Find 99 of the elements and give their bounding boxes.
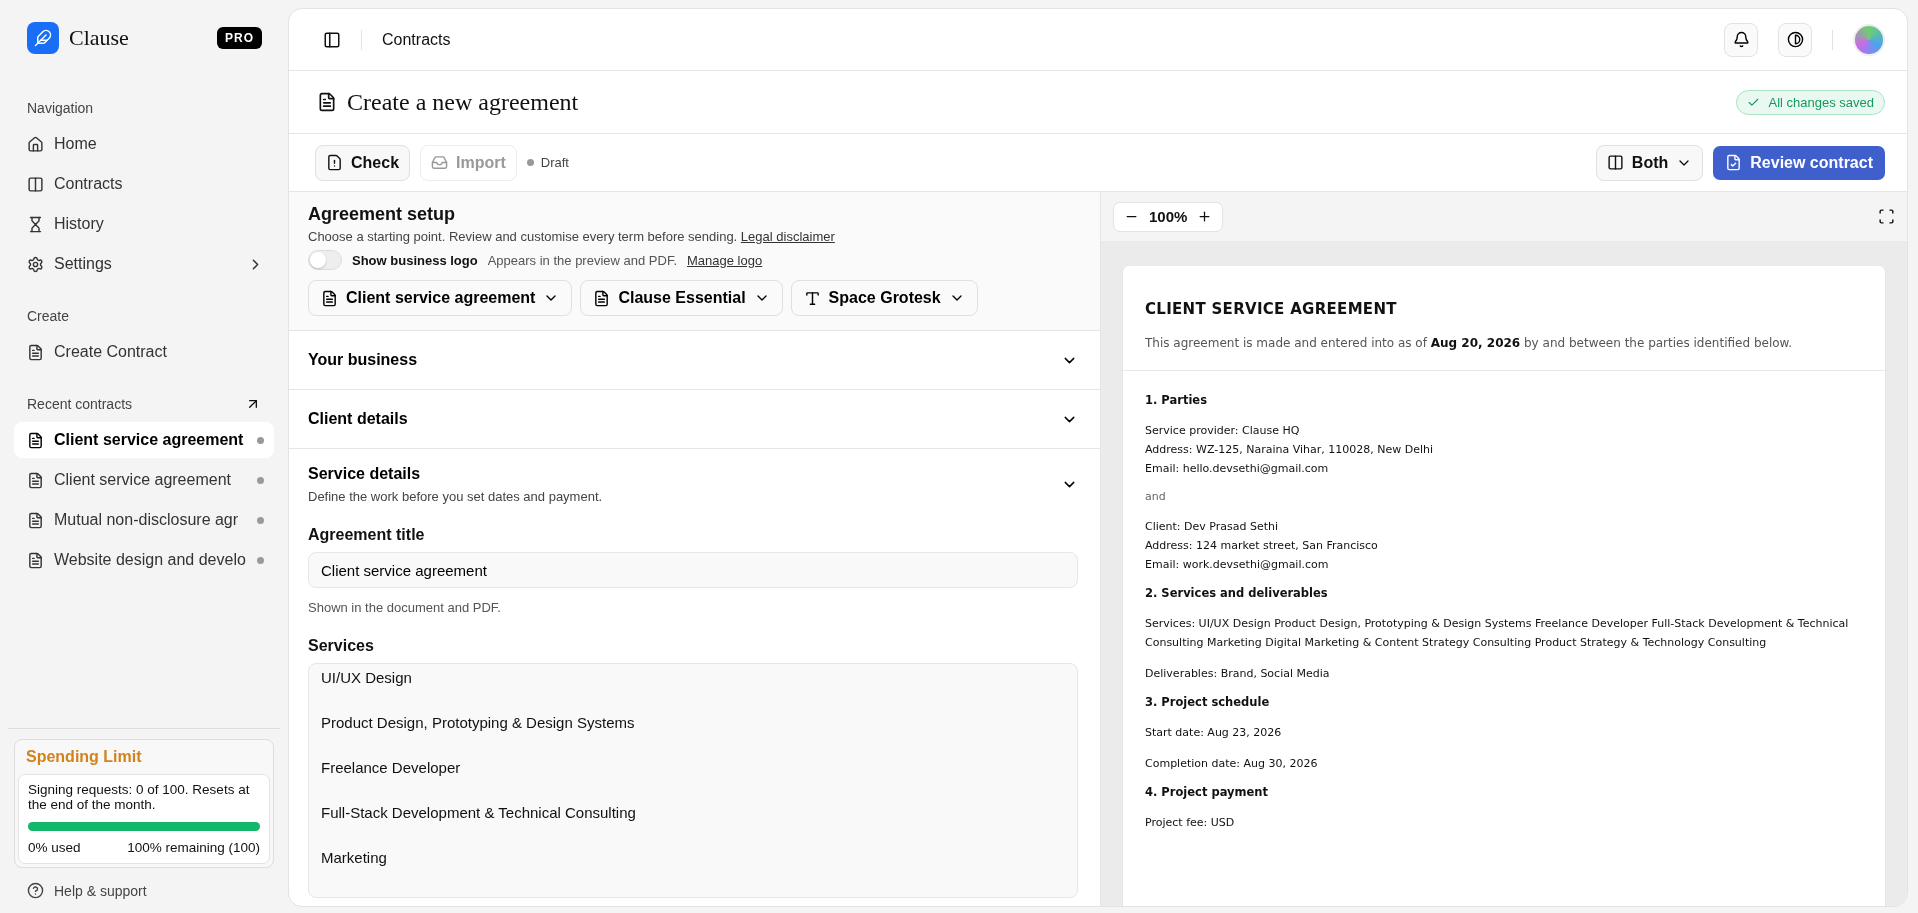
field-label: Agreement title [308, 526, 426, 544]
page-title: Create a new agreement [347, 88, 580, 116]
logo-toggle[interactable] [308, 250, 342, 270]
document-intro: This agreement is made and entered into as of Aug 20, 2026 by and between the parties identified below. [1145, 336, 1794, 350]
field-help: Shown in the document and PDF. [308, 600, 502, 615]
help-link[interactable]: Help & support [14, 868, 274, 899]
service-item: Full-Stack Development & Technical Consulting [321, 803, 637, 823]
document-text: Project fee: USD [1145, 815, 1236, 831]
service-item: Marketing [321, 848, 388, 868]
bell-icon [1732, 31, 1750, 48]
accordion-header[interactable]: Your business [308, 331, 1078, 389]
document-text: Deliverables: Brand, Social Media [1145, 666, 1331, 682]
sidebar-item[interactable]: Mutual non-disclosure agr [14, 502, 274, 538]
sidebar-item[interactable]: Home [14, 126, 274, 162]
text-icon [803, 289, 821, 307]
template-select[interactable]: Space Grotesk [790, 280, 978, 316]
service-item: Freelance Developer [321, 758, 462, 778]
logo-icon [27, 22, 59, 54]
saved-status: All changes saved [1736, 89, 1885, 115]
status-dot [257, 556, 264, 564]
document-text: Address: 124 market street, San Francisco [1145, 538, 1379, 554]
template-select[interactable]: Client service agreement [308, 280, 573, 316]
document-text: Address: WZ-125, Naraina Vihar, 110028, New Delhi [1145, 442, 1435, 458]
fullscreen-icon[interactable] [1878, 208, 1895, 225]
gear-icon [27, 255, 44, 273]
remaining-text: 100% remaining (100) [127, 840, 260, 855]
document-icon [321, 289, 338, 307]
sidebar-item[interactable]: History [14, 206, 274, 242]
draft-status: Draft [526, 155, 1586, 170]
contrast-icon [1786, 31, 1804, 48]
accordion-header[interactable]: Client details [308, 390, 1078, 448]
disclaimer-link[interactable]: Legal disclaimer [740, 229, 835, 244]
theme-button[interactable] [1778, 22, 1812, 57]
zoom-level: 100% [1149, 208, 1188, 225]
sidebar-toggle-icon[interactable] [323, 30, 341, 49]
view-select[interactable]: Both [1595, 144, 1704, 181]
help-icon [27, 882, 44, 899]
brand-name: Clause [69, 25, 130, 51]
clause-heading: 2. Services and deliverables [1145, 586, 1329, 600]
document-text: Services: UI/UX Design Product Design, Prototyping & Design Systems Freelance Developer Full-Stack Development & Technical Consulting Marketing Digital Marketing & Content Strategy Consulting Product Strategy & Technology Consulting [1145, 616, 1850, 651]
document-text: Email: hello.devsethi@gmail.com [1145, 461, 1330, 477]
usage-text: Signing requests: 0 of 100. Resets at the end of the month. [28, 782, 251, 812]
document-icon [317, 92, 337, 112]
status-dot [257, 436, 264, 444]
document-text: Start date: Aug 23, 2026 [1145, 725, 1283, 741]
template-select[interactable]: Clause Essential [580, 280, 783, 316]
document-text: Completion date: Aug 30, 2026 [1145, 756, 1319, 772]
section-title: Navigation [27, 100, 94, 116]
plan-badge: PRO [217, 27, 262, 49]
document-icon [27, 431, 44, 449]
services-field[interactable]: UI/UX Design Product Design, Prototyping & Design Systems Freelance Developer Full-Stack Development & Technical Consulting Marketing [308, 663, 1078, 898]
clause-heading: 4. Project payment [1145, 785, 1270, 799]
toggle-label: Show business logo [352, 252, 478, 268]
document-text: Service provider: Clause HQ [1145, 423, 1301, 439]
columns-icon [27, 175, 44, 193]
home-icon [27, 135, 44, 153]
sidebar-item[interactable]: Client service agreement [14, 422, 274, 458]
document-icon [593, 289, 611, 307]
breadcrumb[interactable]: Contracts [382, 30, 1704, 49]
notifications-button[interactable] [1724, 22, 1758, 57]
toggle-hint: Appears in the preview and PDF. [487, 252, 677, 268]
review-button[interactable]: Review contract [1713, 145, 1885, 180]
columns-icon [1606, 154, 1624, 171]
title-input[interactable]: Client service agreement [308, 552, 1078, 588]
manage-logo-link[interactable]: Manage logo [687, 252, 763, 268]
sidebar-item[interactable]: Settings [14, 246, 274, 282]
clause-heading: 1. Parties [1145, 393, 1208, 407]
document-icon [27, 511, 44, 529]
inbox-icon [431, 154, 449, 171]
used-text: 0% used [28, 840, 81, 855]
setup-description: Choose a starting point. Review and customise every term before sending. Legal disclaimer [308, 229, 836, 244]
document-icon [27, 471, 44, 489]
hourglass-icon [27, 215, 44, 233]
document-title: CLIENT SERVICE AGREEMENT [1145, 300, 1398, 318]
document-text: and [1145, 490, 1167, 503]
sidebar-item[interactable]: Contracts [14, 166, 274, 202]
sidebar-item[interactable]: Website design and develo [14, 542, 274, 578]
document-icon [27, 343, 44, 361]
document-text: Email: work.devsethi@gmail.com [1145, 557, 1330, 573]
status-dot [257, 516, 264, 524]
accordion-header[interactable]: Service details Define the work before you set dates and payment. [308, 449, 1078, 504]
sidebar-item[interactable]: Client service agreement [14, 462, 274, 498]
service-item: Product Design, Prototyping & Design Systems [321, 713, 636, 733]
service-item: UI/UX Design [321, 668, 413, 688]
status-dot [257, 476, 264, 484]
card-title: Spending Limit [25, 747, 143, 767]
document-check-icon [1725, 154, 1743, 171]
clause-heading: 3. Project schedule [1145, 695, 1271, 709]
check-button[interactable]: Check [315, 144, 411, 181]
section-title: Recent contracts [27, 396, 133, 412]
field-label: Services [308, 637, 375, 655]
document-text: Client: Dev Prasad Sethi [1145, 519, 1280, 535]
zoom-in-icon[interactable] [1197, 209, 1213, 224]
avatar[interactable] [1853, 23, 1885, 56]
sidebar-item[interactable]: Create Contract [14, 334, 274, 370]
document-icon [27, 551, 44, 569]
document-warning-icon [326, 154, 343, 171]
section-heading: Agreement setup [308, 204, 457, 225]
section-title: Create [27, 308, 70, 324]
